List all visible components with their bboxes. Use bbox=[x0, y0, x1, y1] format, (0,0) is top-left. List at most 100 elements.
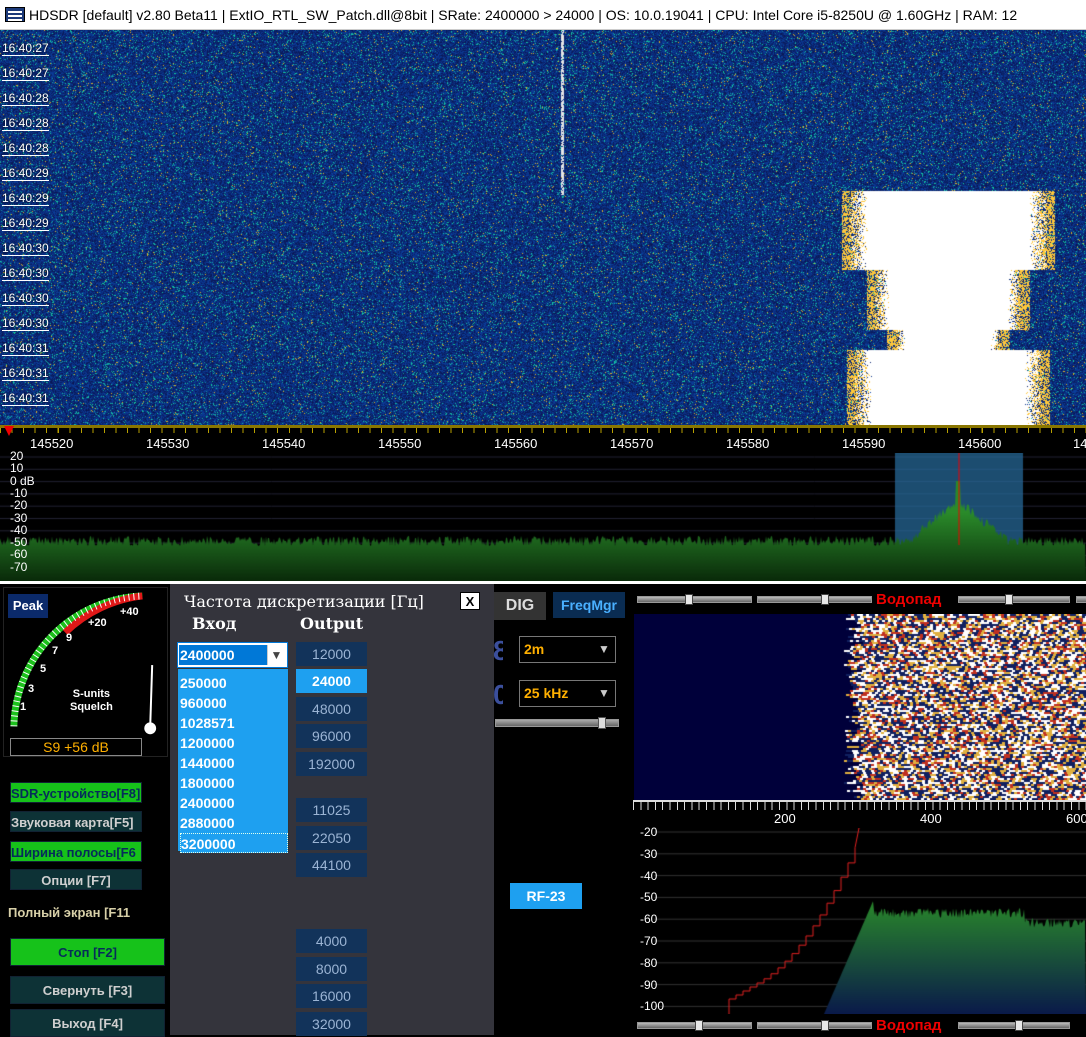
af-ruler-label: 400 bbox=[920, 811, 942, 826]
waterfall-timestamp: 16:40:30 bbox=[2, 241, 49, 256]
volume-slider[interactable] bbox=[495, 717, 619, 729]
af-slider-1[interactable] bbox=[637, 594, 752, 605]
input-rate-option[interactable]: 2880000 bbox=[180, 813, 288, 833]
slider-thumb[interactable] bbox=[821, 1020, 829, 1031]
output-rate-option[interactable]: 4000 bbox=[296, 929, 367, 953]
db-label: 0 dB bbox=[10, 473, 35, 488]
freqmgr-button[interactable]: FreqMgr bbox=[553, 592, 625, 618]
waterfall-timestamp: 16:40:29 bbox=[2, 166, 49, 181]
output-rate-option[interactable]: 192000 bbox=[296, 752, 367, 776]
slider-thumb[interactable] bbox=[821, 594, 829, 605]
frequency-ticks bbox=[0, 425, 1086, 433]
fullscreen-button[interactable]: Полный экран [F11 bbox=[8, 902, 168, 923]
peak-button[interactable]: Peak bbox=[8, 594, 48, 618]
af-slider-2[interactable] bbox=[757, 594, 872, 605]
output-rate-option[interactable]: 16000 bbox=[296, 984, 367, 1008]
timestamp-text: 16:40:27 bbox=[2, 66, 49, 81]
input-rate-option[interactable]: 3200000 bbox=[180, 833, 288, 853]
options-button[interactable]: Опции [F7] bbox=[10, 869, 142, 890]
input-rate-dropdown: 250000 960000 1028571 1200000 1440000 1800000… bbox=[177, 668, 289, 853]
band-select[interactable]: 2m ▼ bbox=[519, 636, 616, 663]
timestamp-text: 16:40:28 bbox=[2, 91, 49, 106]
output-rate-option[interactable]: 24000 bbox=[296, 669, 367, 693]
timestamp-text: 16:40:30 bbox=[2, 316, 49, 331]
af-spectrum-display[interactable] bbox=[634, 828, 1086, 1014]
slider-thumb[interactable] bbox=[1005, 594, 1013, 605]
timestamp-text: 16:40:31 bbox=[2, 391, 49, 406]
af-db-label: -50 bbox=[640, 890, 658, 905]
waterfall-timestamp: 16:40:28 bbox=[2, 141, 49, 156]
input-rate-option[interactable]: 1800000 bbox=[180, 773, 288, 793]
output-rate-option[interactable]: 8000 bbox=[296, 957, 367, 981]
frequency-label: 145590 bbox=[842, 436, 886, 451]
sdr-device-button[interactable]: SDR-устройство[F8] bbox=[10, 782, 142, 803]
input-rate-option[interactable]: 250000 bbox=[180, 673, 288, 693]
af-slider-3[interactable] bbox=[958, 594, 1070, 605]
timestamp-text: 16:40:29 bbox=[2, 191, 49, 206]
af-frequency-ruler: 200 400 600 bbox=[633, 800, 1086, 828]
timestamp-text: 16:40:29 bbox=[2, 216, 49, 231]
stop-button[interactable]: Стоп [F2] bbox=[10, 938, 165, 966]
bandwidth-button[interactable]: Ширина полосы[F6 bbox=[10, 841, 142, 862]
step-select[interactable]: 25 kHz ▼ bbox=[519, 680, 616, 707]
af-bottom-slider-1[interactable] bbox=[637, 1020, 752, 1031]
output-rate-option[interactable]: 48000 bbox=[296, 697, 367, 721]
af-bottom-slider-2[interactable] bbox=[757, 1020, 872, 1031]
frequency-ruler[interactable]: 145520 145530 145540 145550 145560 145570 1455… bbox=[0, 425, 1086, 453]
s-meter-reading: S9 +56 dB bbox=[10, 738, 142, 756]
tune-marker-icon[interactable] bbox=[4, 426, 14, 436]
exit-button[interactable]: Выход [F4] bbox=[10, 1009, 165, 1037]
slider-thumb[interactable] bbox=[1015, 1020, 1023, 1031]
input-header: Вход bbox=[192, 614, 237, 633]
dialog-title: Частота дискретизации [Гц] bbox=[184, 592, 424, 611]
waterfall-timestamp: 16:40:29 bbox=[2, 216, 49, 231]
af-waterfall-label-top: Водопад bbox=[876, 591, 942, 608]
dig-button[interactable]: DIG bbox=[494, 592, 546, 620]
frequency-label: 145560 bbox=[494, 436, 538, 451]
af-waterfall-display[interactable] bbox=[634, 614, 1086, 800]
output-rate-option[interactable]: 12000 bbox=[296, 642, 367, 666]
s-meter-needle bbox=[149, 665, 154, 727]
s-meter-scale-label: +40 bbox=[120, 606, 139, 618]
input-rate-option[interactable]: 1200000 bbox=[180, 733, 288, 753]
sound-card-button[interactable]: Звуковая карта[F5] bbox=[10, 811, 142, 832]
squelch-label: Squelch bbox=[70, 701, 113, 713]
rf-gain-button[interactable]: RF-23 bbox=[510, 883, 582, 909]
close-icon[interactable]: X bbox=[460, 592, 480, 610]
output-rate-option[interactable]: 32000 bbox=[296, 1012, 367, 1036]
minimize-button[interactable]: Свернуть [F3] bbox=[10, 976, 165, 1004]
output-rate-option[interactable]: 96000 bbox=[296, 724, 367, 748]
rf-spectrum-display[interactable] bbox=[0, 453, 1086, 581]
input-rate-option[interactable]: 1028571 bbox=[180, 713, 288, 733]
timestamp-text: 16:40:28 bbox=[2, 116, 49, 131]
af-db-label: -80 bbox=[640, 955, 658, 970]
slider-thumb[interactable] bbox=[685, 594, 693, 605]
slider-thumb[interactable] bbox=[695, 1020, 703, 1031]
input-rate-option[interactable]: 2400000 bbox=[180, 793, 288, 813]
frequency-label: 145570 bbox=[610, 436, 654, 451]
output-rate-option[interactable]: 22050 bbox=[296, 826, 367, 850]
output-rate-option[interactable]: 44100 bbox=[296, 853, 367, 877]
af-db-label: -90 bbox=[640, 977, 658, 992]
chevron-down-icon[interactable]: ▼ bbox=[267, 645, 285, 665]
input-rate-option[interactable]: 960000 bbox=[180, 693, 288, 713]
waterfall-timestamp: 16:40:30 bbox=[2, 316, 49, 331]
slider-thumb[interactable] bbox=[598, 717, 606, 729]
output-rate-option[interactable]: 11025 bbox=[296, 798, 367, 822]
chevron-down-icon[interactable]: ▼ bbox=[595, 683, 613, 704]
waterfall-timestamp: 16:40:30 bbox=[2, 266, 49, 281]
af-slider-4[interactable] bbox=[1076, 596, 1086, 603]
timestamp-text: 16:40:29 bbox=[2, 166, 49, 181]
input-rate-combobox[interactable]: 2400000 ▼ bbox=[177, 642, 288, 668]
rf-waterfall-display[interactable] bbox=[0, 30, 1086, 425]
input-rate-option[interactable]: 1440000 bbox=[180, 753, 288, 773]
chevron-down-icon[interactable]: ▼ bbox=[595, 639, 613, 660]
waterfall-timestamp: 16:40:31 bbox=[2, 341, 49, 356]
s-meter-scale-label: 5 bbox=[40, 663, 47, 675]
af-bottom-slider-3[interactable] bbox=[958, 1020, 1070, 1031]
timestamp-text: 16:40:27 bbox=[2, 41, 49, 56]
af-db-label: -30 bbox=[640, 846, 658, 861]
timestamp-text: 16:40:30 bbox=[2, 241, 49, 256]
s-meter-scale-label: +20 bbox=[88, 617, 107, 629]
frequency-label: 145550 bbox=[378, 436, 422, 451]
